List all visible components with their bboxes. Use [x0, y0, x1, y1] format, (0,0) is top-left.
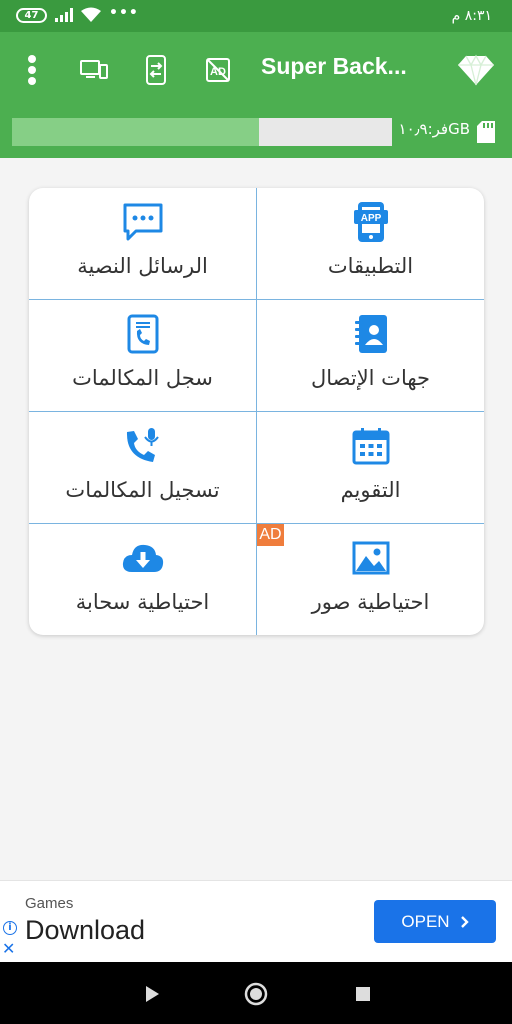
storage-bar-fill: [12, 118, 259, 146]
grid-item-calendar[interactable]: التقويم: [257, 412, 484, 524]
grid-item-cloud-backup[interactable]: احتياطية سحابة: [29, 524, 256, 635]
no-ads-icon: AD: [206, 58, 230, 82]
apps-icon: APP: [353, 202, 388, 242]
grid-item-label: احتياطية صور: [311, 590, 430, 614]
grid-item-label: الرسائل النصية: [77, 254, 208, 278]
grid-item-label: التطبيقات: [327, 254, 414, 278]
diamond-icon: [458, 54, 494, 86]
storage-text: فر:١٠٫٩GB: [398, 120, 470, 138]
recents-icon: [356, 987, 370, 1001]
storage-bar: [12, 118, 392, 146]
grid-item-sms[interactable]: الرسائل النصية: [29, 188, 256, 300]
grid-item-apps[interactable]: APP التطبيقات: [257, 188, 484, 300]
app-title: Super Back...: [261, 53, 407, 79]
call-recording-icon: [126, 428, 159, 462]
devices-icon: [80, 60, 108, 79]
photo-icon: [352, 541, 389, 575]
ad-category: Games: [25, 895, 74, 912]
grid-item-label: تسجيل المكالمات: [65, 478, 220, 502]
app-bar: AD Super Back...: [0, 32, 512, 108]
sd-card-icon: [477, 121, 495, 143]
svg-text:APP: APP: [360, 213, 381, 224]
ad-title[interactable]: Download: [25, 915, 145, 946]
phone-transfer-icon: [146, 55, 166, 85]
grid-divider: [29, 411, 484, 412]
contacts-icon: [354, 315, 387, 353]
overflow-menu-button[interactable]: [14, 52, 50, 88]
open-button-label: OPEN: [401, 911, 450, 931]
phone-transfer-button[interactable]: [138, 52, 174, 88]
sms-icon: [123, 203, 162, 241]
feature-grid: APP التطبيقات الرسائل النصية جهات الإتصا: [29, 188, 484, 635]
battery-icon: 47: [16, 7, 47, 23]
ad-badge: AD: [257, 524, 284, 546]
home-button[interactable]: [242, 980, 270, 1008]
status-bar: 47 ••• ٨:٣١ م: [0, 0, 512, 32]
grid-divider: [29, 299, 484, 300]
cloud-download-icon: [122, 544, 163, 572]
storage-indicator: فر:١٠٫٩GB: [0, 108, 512, 158]
home-icon: [244, 982, 268, 1006]
call-log-icon: [127, 314, 158, 354]
grid-item-label: جهات الإتصال: [310, 366, 431, 390]
calendar-icon: [352, 428, 389, 465]
back-button[interactable]: [138, 980, 166, 1008]
recents-button[interactable]: [349, 980, 377, 1008]
grid-item-contacts[interactable]: جهات الإتصال: [257, 300, 484, 412]
grid-item-label: سجل المكالمات: [72, 366, 213, 390]
signal-icon: [55, 8, 73, 22]
remove-ads-button[interactable]: AD: [200, 52, 236, 88]
grid-item-label: التقويم: [340, 478, 401, 502]
wifi-icon: [81, 7, 101, 22]
close-icon[interactable]: ✕: [2, 939, 15, 958]
more-vert-icon: [28, 55, 36, 85]
devices-button[interactable]: [76, 52, 112, 88]
premium-button[interactable]: [456, 52, 496, 88]
ad-banner[interactable]: Games Download i ✕ OPEN: [0, 880, 512, 962]
grid-item-call-recording[interactable]: تسجيل المكالمات: [29, 412, 256, 524]
open-button[interactable]: OPEN: [374, 900, 496, 943]
grid-item-photo-backup[interactable]: احتياطية صور: [257, 524, 484, 635]
info-icon[interactable]: i: [3, 921, 17, 935]
back-icon: [146, 986, 159, 1002]
chevron-right-icon: [460, 915, 469, 928]
grid-item-label: احتياطية سحابة: [75, 590, 210, 614]
clock: ٨:٣١ م: [451, 8, 492, 24]
navigation-bar: [0, 962, 512, 1024]
grid-item-call-log[interactable]: سجل المكالمات: [29, 300, 256, 412]
more-notifications-icon: •••: [109, 5, 139, 21]
